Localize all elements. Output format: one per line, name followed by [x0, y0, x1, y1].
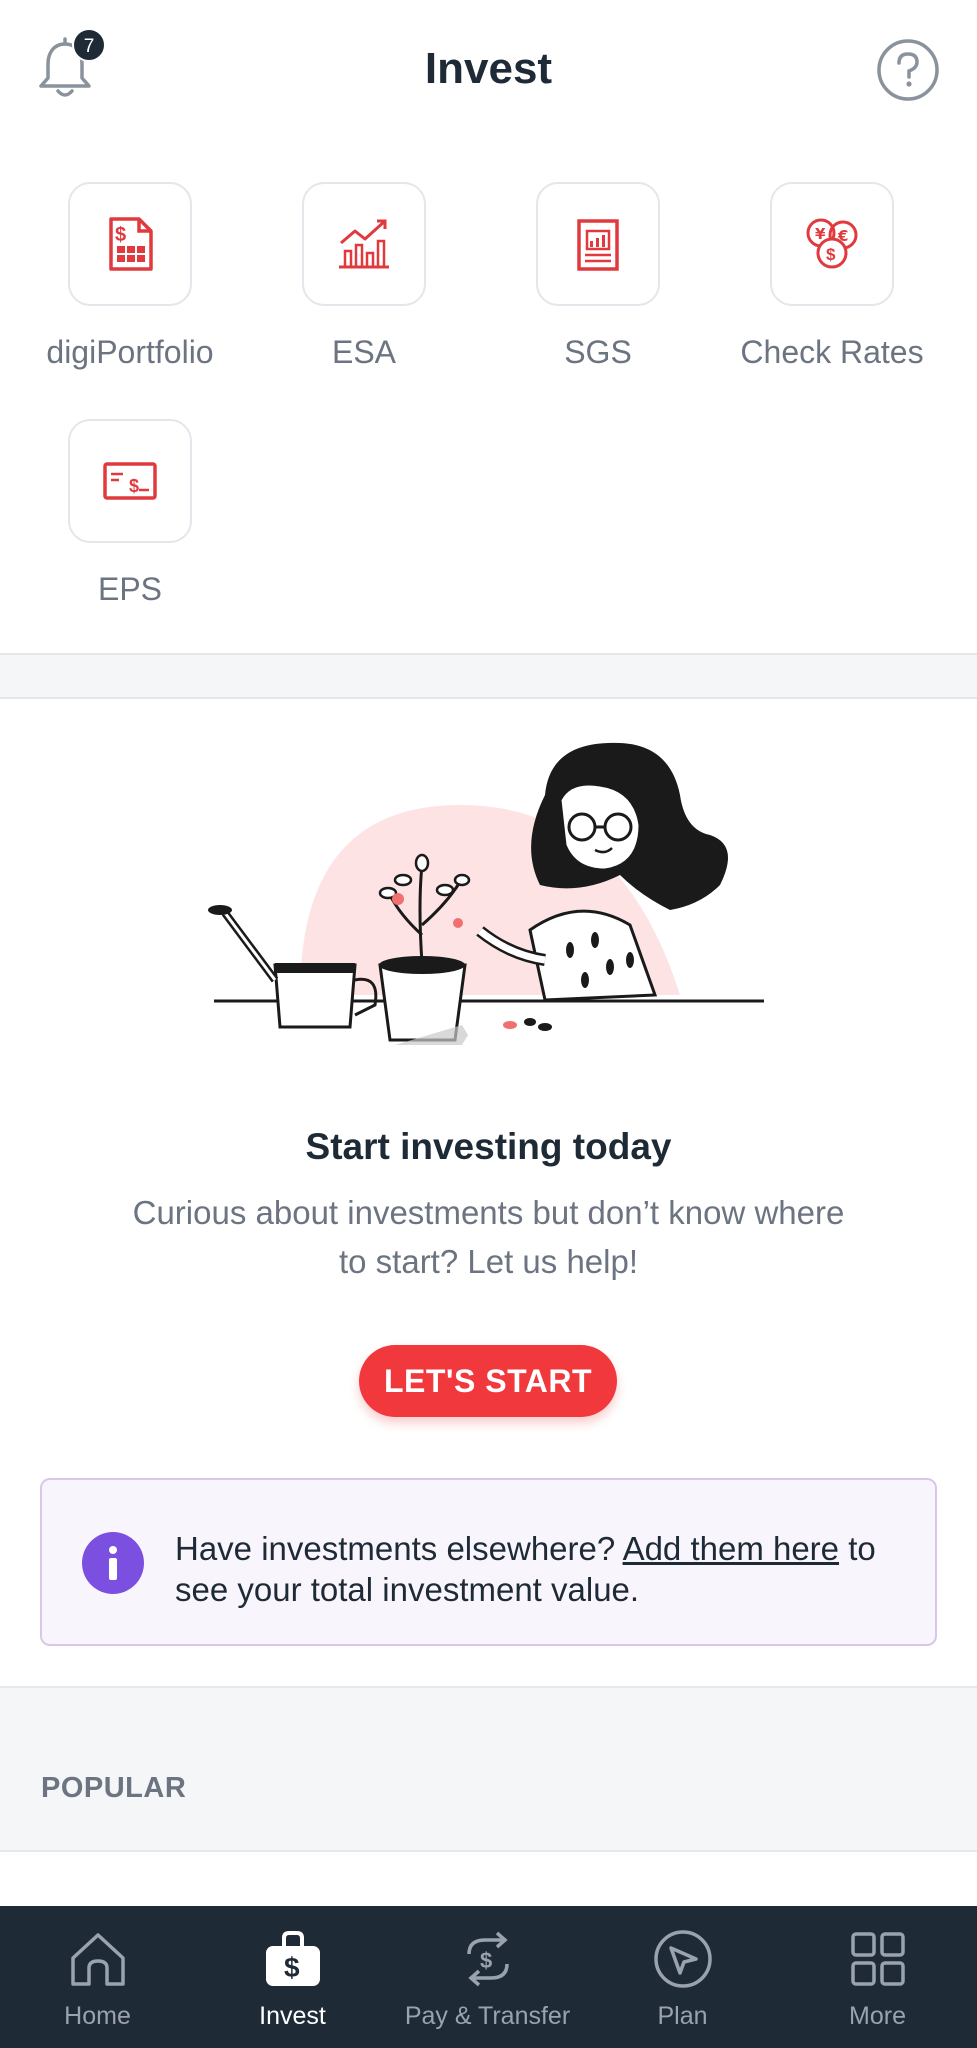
shortcut-tile: $ [68, 182, 192, 306]
question-circle-icon [877, 39, 939, 101]
currency-coins-icon: ¥ € $ [806, 218, 858, 269]
payment-card-icon: $ [103, 462, 157, 500]
nav-item-invest[interactable]: $ Invest [195, 1906, 390, 2048]
shortcut-digiportfolio[interactable]: $ digiPortfolio [13, 182, 247, 371]
shortcut-label: ESA [331, 334, 397, 370]
navigation-pointer-icon [654, 1930, 712, 1988]
nav-item-pay-transfer[interactable]: $ Pay & Transfer [390, 1906, 585, 2048]
investment-bag-icon: $ [266, 1931, 320, 1986]
header: 7 Invest [0, 0, 977, 145]
nav-item-more[interactable]: More [780, 1906, 975, 2048]
bond-document-icon [577, 219, 619, 271]
svg-text:$: $ [115, 224, 126, 246]
home-icon [71, 1933, 125, 1986]
nav-label-pay-transfer: Pay & Transfer [404, 2002, 571, 2030]
lets-start-button[interactable]: LET'S START [359, 1345, 617, 1417]
svg-text:$: $ [826, 245, 836, 264]
shortcut-sgs[interactable]: SGS [481, 182, 715, 371]
grid-icon [851, 1932, 905, 1986]
popular-section-header [0, 1688, 977, 1850]
bottom-navigation-bar: Home $ Invest $ Pay & Transfer Plan More [0, 1906, 977, 2048]
svg-text:$: $ [284, 1952, 300, 1983]
shortcut-tile: $ [68, 419, 192, 543]
svg-text:€: € [837, 227, 848, 245]
woman-watering-plant-illustration [208, 742, 764, 1045]
bar-chart-trend-icon [339, 219, 389, 269]
shortcut-tile [536, 182, 660, 306]
divider [0, 697, 977, 699]
svg-text:¥: ¥ [815, 225, 826, 243]
transfer-icon: $ [467, 1931, 509, 1987]
shortcut-label: digiPortfolio [46, 334, 214, 370]
shortcut-tile [302, 182, 426, 306]
shortcut-label: Check Rates [740, 334, 924, 370]
nav-item-plan[interactable]: Plan [585, 1906, 780, 2048]
nav-label-plan: Plan [657, 2002, 708, 2030]
shortcut-check-rates[interactable]: ¥ € $ Check Rates [715, 182, 949, 371]
info-icon [82, 1532, 144, 1594]
promo-title: Start investing today [305, 1126, 672, 1167]
page-title: Invest [424, 44, 553, 93]
info-message: Have investments elsewhere? Add them her… [175, 1528, 915, 1610]
nav-label-invest: Invest [259, 2002, 326, 2030]
help-button[interactable] [876, 38, 940, 102]
nav-label-home: Home [64, 2002, 131, 2030]
add-investments-link[interactable]: Add them here [623, 1530, 839, 1567]
shortcut-tile: ¥ € $ [770, 182, 894, 306]
info-text-before: Have investments elsewhere? [175, 1530, 623, 1567]
svg-text:$: $ [480, 1948, 492, 1973]
shortcut-eps[interactable]: $ EPS [13, 419, 247, 608]
nav-item-home[interactable]: Home [0, 1906, 195, 2048]
section-spacer [0, 655, 977, 697]
divider [0, 1850, 977, 1852]
promo-description: Curious about investments but don’t know… [132, 1194, 845, 1280]
portfolio-document-icon: $ [109, 217, 153, 271]
nav-label-more: More [849, 2002, 906, 2030]
external-investments-notice: Have investments elsewhere? Add them her… [40, 1478, 937, 1646]
svg-text:$: $ [129, 476, 139, 496]
shortcut-label: EPS [97, 571, 163, 607]
popular-section-label: POPULAR [41, 1772, 187, 1804]
shortcut-label: SGS [564, 334, 632, 370]
shortcut-esa[interactable]: ESA [247, 182, 481, 371]
